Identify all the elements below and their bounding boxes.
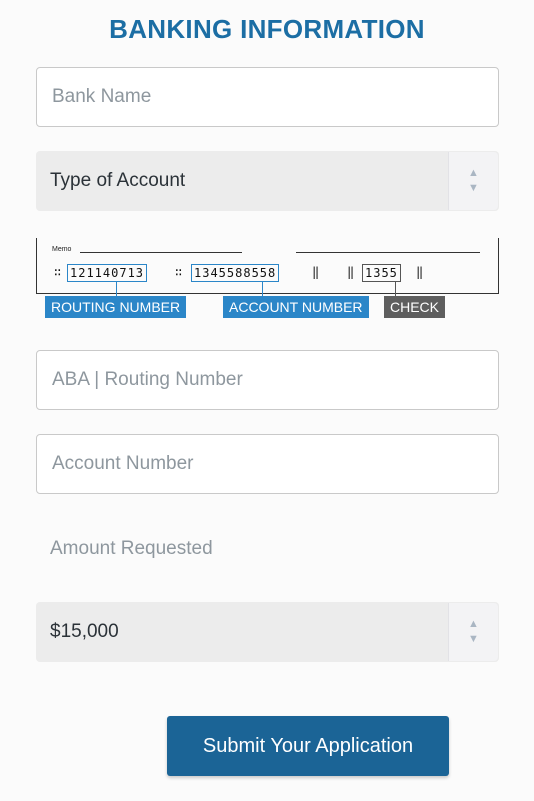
account-number-tag: ACCOUNT NUMBER: [223, 296, 369, 318]
banking-information-page: BANKING INFORMATION Type of Account ▲▼ M…: [0, 0, 534, 801]
routing-number-tag: ROUTING NUMBER: [45, 296, 187, 318]
account-type-value: Type of Account: [50, 170, 186, 191]
routing-digits: 121140713: [67, 264, 148, 282]
amount-value: $15,000: [50, 621, 119, 642]
micr-symbol: ∷: [175, 265, 184, 279]
signature-line: [296, 252, 480, 253]
account-number-input[interactable]: [36, 434, 499, 494]
up-down-arrows-icon: ▲ ▼: [448, 603, 498, 661]
micr-symbol: ∷: [54, 265, 63, 279]
account-connector: [262, 282, 263, 296]
amount-requested-label: Amount Requested: [50, 538, 213, 559]
account-type-select[interactable]: Type of Account ▲ ▼: [36, 151, 499, 211]
check-connector: [395, 282, 396, 296]
submit-application-button[interactable]: Submit Your Application: [167, 716, 449, 776]
routing-number-input[interactable]: [36, 350, 499, 410]
micr-symbol: ‖: [416, 265, 425, 279]
bank-name-input[interactable]: [36, 67, 499, 127]
routing-connector: [116, 282, 117, 296]
memo-label: Memo: [52, 246, 72, 253]
memo-line: [80, 252, 242, 253]
check-number-tag: CHECK: [384, 296, 446, 318]
amount-select[interactable]: $15,000 ▲ ▼: [36, 602, 499, 662]
check-digits: 1355: [362, 264, 401, 282]
micr-symbol: ‖: [312, 265, 321, 279]
account-digits: 1345588558: [191, 264, 280, 282]
check-diagram: Memo ∷ 121140713 ∷ 1345588558 ‖ ‖ 1355 ‖…: [36, 236, 499, 322]
micr-symbol: ‖: [347, 265, 356, 279]
up-down-arrows-icon: ▲ ▼: [448, 152, 498, 210]
page-title: BANKING INFORMATION: [109, 14, 425, 44]
